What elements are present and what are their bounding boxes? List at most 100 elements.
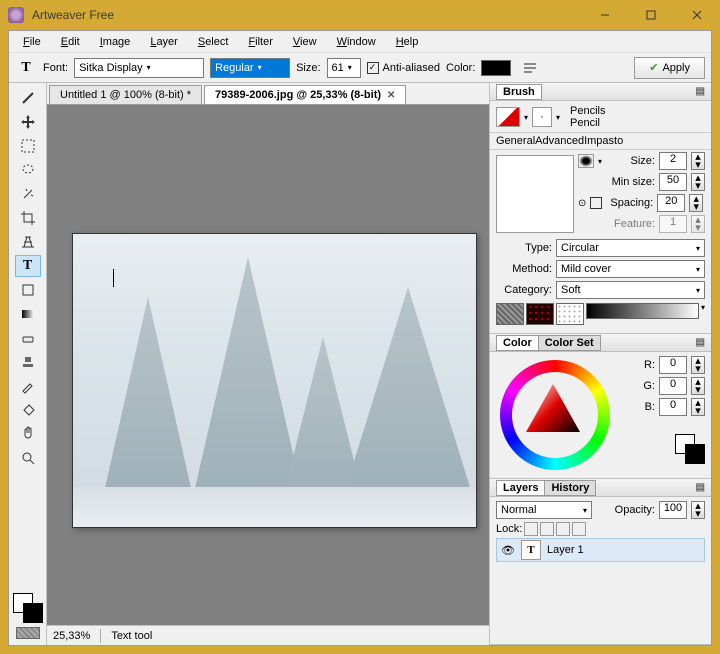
antialias-checkbox[interactable]: ✓Anti-aliased [367, 62, 440, 74]
brush-family: Pencils [570, 105, 605, 117]
lock-pixels[interactable] [540, 522, 554, 536]
font-size-combo[interactable]: 61▾ [327, 58, 361, 78]
panel-menu-icon[interactable]: ▤ [696, 337, 705, 348]
blend-mode-select[interactable]: Normal▾ [496, 501, 592, 519]
texture-1[interactable] [496, 303, 524, 325]
layers-panel: LayersHistory▤ Normal▾ Opacity:100▴▾ Loc… [490, 479, 711, 645]
g-input[interactable]: 0 [659, 377, 687, 395]
perspective-tool[interactable] [15, 231, 41, 253]
category-select[interactable]: Soft▾ [556, 281, 705, 299]
layer-name[interactable]: Layer 1 [547, 544, 584, 556]
r-spinner[interactable]: ▴▾ [691, 356, 705, 374]
spacing-input[interactable]: 20 [657, 194, 685, 212]
menu-edit[interactable]: Edit [53, 34, 88, 50]
tab-image[interactable]: 79389-2006.jpg @ 25,33% (8-bit)✕ [204, 85, 406, 104]
r-input[interactable]: 0 [659, 356, 687, 374]
brush-preview-icon[interactable] [496, 107, 520, 127]
status-bar: 25,33% Text tool [47, 625, 489, 645]
method-select[interactable]: Mild cover▾ [556, 260, 705, 278]
menu-window[interactable]: Window [329, 34, 384, 50]
g-spinner[interactable]: ▴▾ [691, 377, 705, 395]
marquee-tool[interactable] [15, 135, 41, 157]
minsize-input[interactable]: 50 [659, 173, 687, 191]
brush-impasto-tab[interactable]: Impasto [584, 135, 623, 147]
maximize-button[interactable] [628, 0, 674, 30]
brush-panel: Brush▤ ▾ ·▾ Pencils Pencil General Advan… [490, 83, 711, 334]
color-tab[interactable]: Color [496, 335, 539, 351]
lasso-tool[interactable] [15, 159, 41, 181]
color-swatches[interactable] [13, 593, 43, 623]
apply-button[interactable]: ✔Apply [634, 57, 705, 79]
gradient-tool[interactable] [15, 303, 41, 325]
lock-transparency[interactable] [524, 522, 538, 536]
visibility-icon[interactable]: 👁 [501, 544, 515, 557]
lock-position[interactable] [556, 522, 570, 536]
lock-label: Lock: [496, 523, 522, 535]
brush-advanced-tab[interactable]: Advanced [535, 135, 584, 147]
texture-swatch[interactable] [15, 625, 41, 641]
app-title: Artweaver Free [32, 8, 582, 22]
canvas-viewport[interactable] [47, 105, 489, 625]
layer-row[interactable]: 👁 T Layer 1 [496, 538, 705, 562]
minimize-button[interactable] [582, 0, 628, 30]
paragraph-icon[interactable] [517, 57, 543, 79]
lock-all[interactable] [572, 522, 586, 536]
text-tool-icon: T [15, 57, 37, 79]
close-tab-icon[interactable]: ✕ [387, 90, 395, 101]
stamp-tool[interactable] [15, 351, 41, 373]
close-button[interactable] [674, 0, 720, 30]
image-content [72, 233, 477, 528]
wand-tool[interactable] [15, 183, 41, 205]
brush-variant: Pencil [570, 117, 605, 129]
gradient-preview[interactable] [586, 303, 699, 319]
hand-tool[interactable] [15, 423, 41, 445]
color-fg-bg[interactable] [675, 434, 705, 464]
move-tool[interactable] [15, 111, 41, 133]
opacity-spinner[interactable]: ▴▾ [691, 501, 705, 519]
crop-tool[interactable] [15, 207, 41, 229]
text-tool[interactable]: T [15, 255, 41, 277]
history-tab[interactable]: History [544, 480, 596, 496]
spacing-spinner[interactable]: ▴▾ [689, 194, 703, 212]
menu-file[interactable]: File [15, 34, 49, 50]
menu-help[interactable]: Help [388, 34, 427, 50]
panel-menu-icon[interactable]: ▤ [696, 482, 705, 493]
tip-shape-icon[interactable] [578, 154, 594, 168]
menu-view[interactable]: View [285, 34, 325, 50]
menu-bar: File Edit Image Layer Select Filter View… [9, 31, 711, 53]
zoom-tool[interactable] [15, 447, 41, 469]
layers-tab[interactable]: Layers [496, 480, 545, 496]
font-label: Font: [43, 62, 68, 74]
brush-general-tab[interactable]: General [496, 135, 535, 147]
text-color-swatch[interactable] [481, 60, 511, 76]
brush-tip-icon[interactable]: · [532, 107, 552, 127]
texture-3[interactable] [556, 303, 584, 325]
layer-thumb: T [521, 540, 541, 560]
bucket-tool[interactable] [15, 399, 41, 421]
menu-filter[interactable]: Filter [240, 34, 280, 50]
eyedropper-tool[interactable] [15, 375, 41, 397]
brush-size-spinner[interactable]: ▴▾ [691, 152, 705, 170]
b-spinner[interactable]: ▴▾ [691, 398, 705, 416]
panel-menu-icon[interactable]: ▤ [696, 86, 705, 97]
menu-select[interactable]: Select [190, 34, 237, 50]
brush-tool[interactable] [15, 87, 41, 109]
font-style-combo[interactable]: Regular▾ [210, 58, 290, 78]
brush-size-input[interactable]: 2 [659, 152, 687, 170]
b-input[interactable]: 0 [659, 398, 687, 416]
opacity-input[interactable]: 100 [659, 501, 687, 519]
menu-layer[interactable]: Layer [142, 34, 186, 50]
texture-2[interactable] [526, 303, 554, 325]
tab-untitled[interactable]: Untitled 1 @ 100% (8-bit) * [49, 85, 202, 104]
color-wheel[interactable] [496, 356, 614, 474]
colorset-tab[interactable]: Color Set [538, 335, 601, 351]
minsize-spinner[interactable]: ▴▾ [691, 173, 705, 191]
menu-image[interactable]: Image [92, 34, 139, 50]
spacing-checkbox[interactable] [590, 197, 602, 209]
font-family-combo[interactable]: Sitka Display▾ [74, 58, 204, 78]
shape-tool[interactable] [15, 279, 41, 301]
text-options-bar: T Font: Sitka Display▾ Regular▾ Size: 61… [9, 53, 711, 83]
type-select[interactable]: Circular▾ [556, 239, 705, 257]
brush-tab[interactable]: Brush [496, 84, 542, 100]
eraser-tool[interactable] [15, 327, 41, 349]
